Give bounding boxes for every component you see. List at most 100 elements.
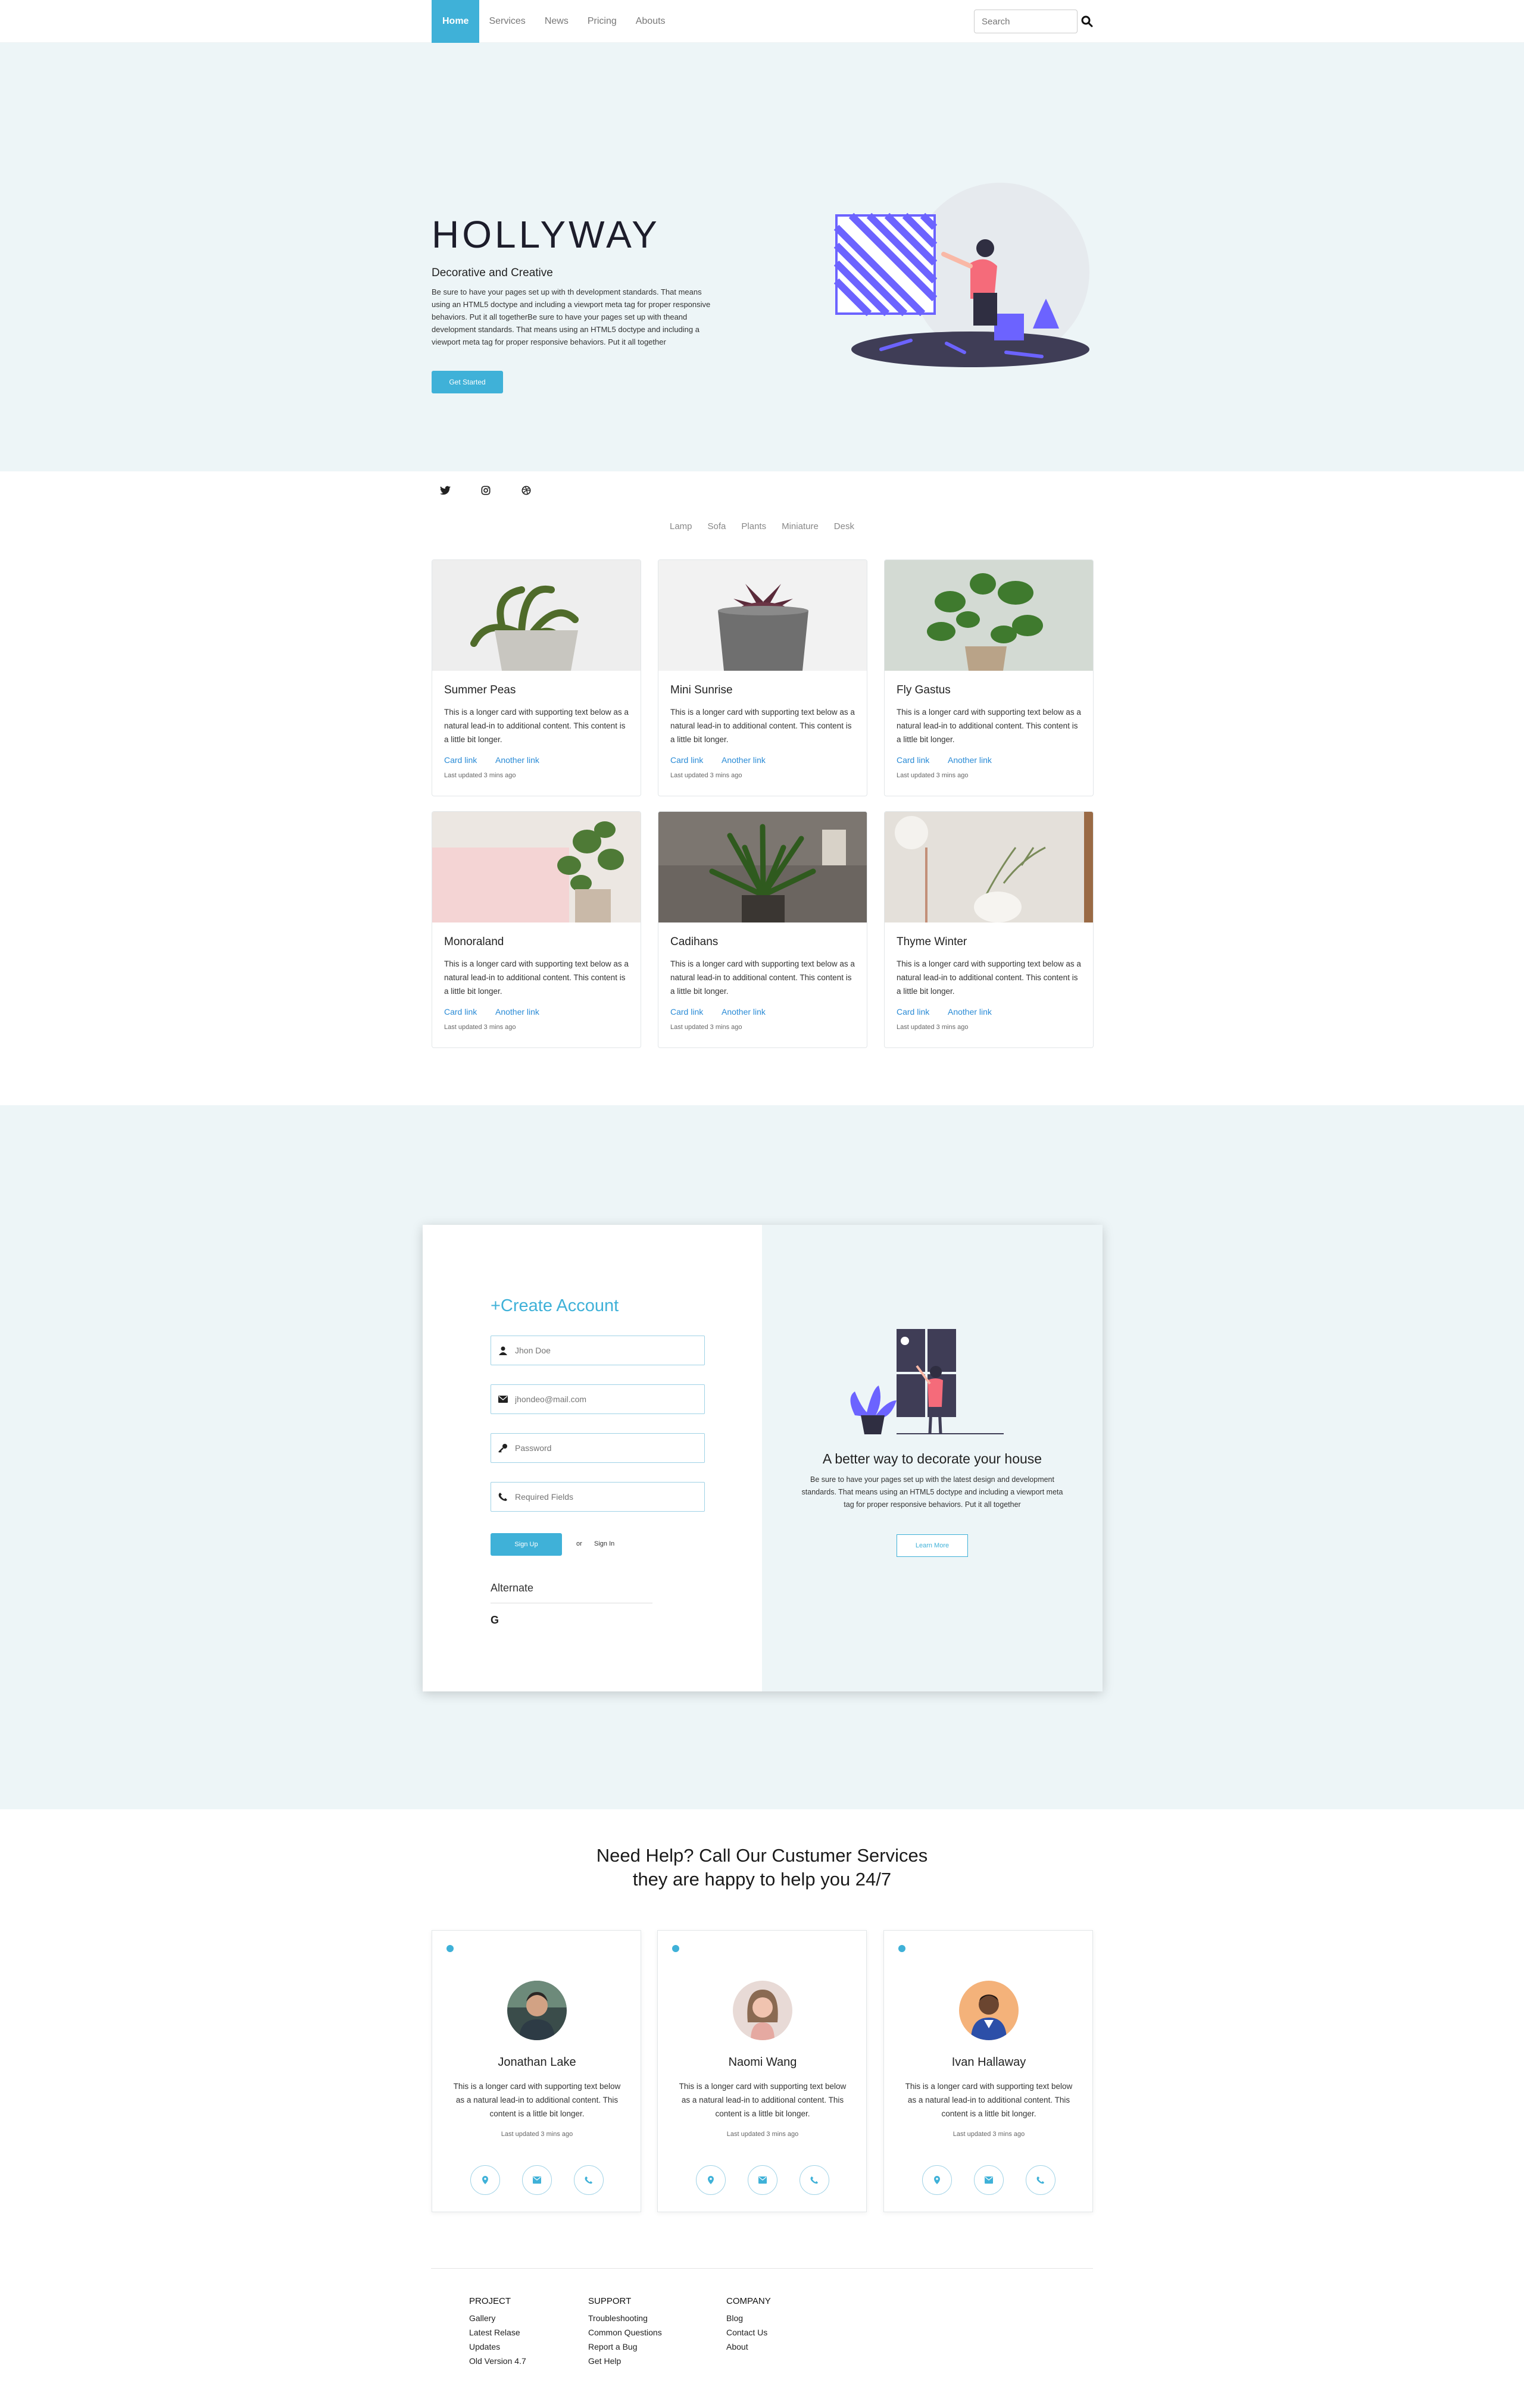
location-icon[interactable] [922, 2165, 952, 2195]
phone-icon[interactable] [800, 2165, 829, 2195]
location-icon[interactable] [470, 2165, 500, 2195]
phone-icon [491, 1483, 515, 1511]
product-card: Summer Peas This is a longer card with s… [432, 559, 641, 796]
footer-link[interactable]: Updates [469, 2340, 526, 2354]
card-title: Mini Sunrise [670, 684, 733, 696]
another-link[interactable]: Another link [948, 755, 992, 765]
password-input[interactable] [515, 1443, 694, 1453]
member-text: This is a longer card with supporting te… [679, 2082, 847, 2118]
sign-in-link[interactable]: Sign In [594, 1540, 614, 1547]
twitter-icon[interactable] [438, 483, 452, 498]
nav-home[interactable]: Home [432, 0, 480, 43]
another-link[interactable]: Another link [722, 755, 766, 765]
phone-icon[interactable] [574, 2165, 604, 2195]
name-input[interactable] [515, 1346, 694, 1355]
sign-up-button[interactable]: Sign Up [491, 1533, 562, 1556]
email-icon[interactable] [748, 2165, 777, 2195]
dribbble-icon[interactable] [519, 483, 533, 498]
hero-description: Be sure to have your pages set up with t… [432, 287, 711, 346]
team-card: Jonathan Lake This is a longer card with… [432, 1930, 641, 2212]
product-card: Fly Gastus This is a longer card with su… [884, 559, 1094, 796]
footer-link[interactable]: Gallery [469, 2311, 526, 2325]
another-link[interactable]: Another link [495, 1007, 539, 1017]
card-link[interactable]: Card link [444, 1007, 477, 1017]
card-link[interactable]: Card link [444, 755, 477, 765]
status-dot [672, 1945, 679, 1952]
navbar: Home Services News Pricing Abouts [0, 0, 1524, 43]
required-field [491, 1482, 705, 1512]
required-input[interactable] [515, 1492, 694, 1502]
nav-services[interactable]: Services [479, 0, 535, 43]
nav-abouts[interactable]: Abouts [626, 0, 675, 43]
card-link[interactable]: Card link [897, 755, 929, 765]
card-text: This is a longer card with supporting te… [444, 959, 629, 996]
filter-plants[interactable]: Plants [741, 521, 766, 531]
email-icon[interactable] [974, 2165, 1004, 2195]
product-image [432, 812, 641, 922]
filter-lamp[interactable]: Lamp [670, 521, 692, 531]
card-updated: Last updated 3 mins ago [444, 772, 516, 779]
card-link[interactable]: Card link [670, 755, 703, 765]
card-title: Cadihans [670, 936, 719, 948]
member-text: This is a longer card with supporting te… [453, 2082, 621, 2118]
nav-news[interactable]: News [535, 0, 578, 43]
help-line-1: Need Help? Call Our Custumer Services [596, 1845, 928, 1866]
hero-section: HOLLYWAY Decorative and Creative Be sure… [0, 43, 1524, 471]
product-image [658, 560, 867, 671]
another-link[interactable]: Another link [495, 755, 539, 765]
card-updated: Last updated 3 mins ago [670, 772, 742, 779]
filter-desk[interactable]: Desk [834, 521, 854, 531]
avatar [733, 1981, 792, 2040]
card-link[interactable]: Card link [670, 1007, 703, 1017]
location-icon[interactable] [696, 2165, 726, 2195]
footer-link[interactable]: Common Questions [588, 2325, 662, 2340]
another-link[interactable]: Another link [948, 1007, 992, 1017]
footer-company: COMPANY Blog Contact Us About [726, 2296, 771, 2354]
help-line-2: they are happy to help you 24/7 [632, 1869, 892, 1890]
help-heading: Need Help? Call Our Custumer Services th… [0, 1844, 1524, 1891]
card-updated: Last updated 3 mins ago [897, 1024, 969, 1031]
card-text: This is a longer card with supporting te… [670, 708, 855, 744]
footer-link[interactable]: Old Version 4.7 [469, 2354, 526, 2368]
member-updated: Last updated 3 mins ago [501, 2131, 573, 2138]
footer-link[interactable]: About [726, 2340, 771, 2354]
footer-link[interactable]: Contact Us [726, 2325, 771, 2340]
footer-link[interactable]: Troubleshooting [588, 2311, 662, 2325]
product-image [885, 560, 1093, 671]
email-icon[interactable] [522, 2165, 552, 2195]
status-dot [898, 1945, 905, 1952]
learn-more-button[interactable]: Learn More [897, 1534, 968, 1557]
search-input[interactable] [974, 10, 1078, 33]
footer-link[interactable]: Report a Bug [588, 2340, 662, 2354]
footer-divider [431, 2268, 1093, 2269]
footer-link[interactable]: Latest Relase [469, 2325, 526, 2340]
product-image [658, 812, 867, 922]
footer-heading: COMPANY [726, 2296, 771, 2306]
phone-icon[interactable] [1026, 2165, 1055, 2195]
hero-title: HOLLYWAY [432, 213, 660, 256]
category-filters: Lamp Sofa Plants Miniature Desk [0, 521, 1524, 531]
search-icon[interactable] [1080, 14, 1094, 29]
footer-heading: SUPPORT [588, 2296, 632, 2306]
footer-link[interactable]: Blog [726, 2311, 771, 2325]
filter-miniature[interactable]: Miniature [782, 521, 819, 531]
another-link[interactable]: Another link [722, 1007, 766, 1017]
card-title: Fly Gastus [897, 684, 951, 696]
filter-sofa[interactable]: Sofa [708, 521, 726, 531]
nav-pricing[interactable]: Pricing [578, 0, 626, 43]
avatar [959, 1981, 1019, 2040]
get-started-button[interactable]: Get Started [432, 371, 503, 393]
card-text: This is a longer card with supporting te… [670, 959, 855, 996]
card-link[interactable]: Card link [897, 1007, 929, 1017]
google-icon[interactable]: G [491, 1614, 505, 1628]
card-title: Thyme Winter [897, 936, 967, 948]
footer-support: SUPPORT Troubleshooting Common Questions… [588, 2296, 662, 2368]
signup-panel: +Create Account Sign Up or Sign In Alter… [423, 1225, 1103, 1691]
instagram-icon[interactable] [479, 483, 493, 498]
hero-illustration [827, 171, 1101, 379]
member-text: This is a longer card with supporting te… [905, 2082, 1073, 2118]
product-image [432, 560, 641, 671]
email-input[interactable] [515, 1394, 694, 1404]
footer-link[interactable]: Get Help [588, 2354, 662, 2368]
create-account-title: +Create Account [491, 1296, 619, 1315]
